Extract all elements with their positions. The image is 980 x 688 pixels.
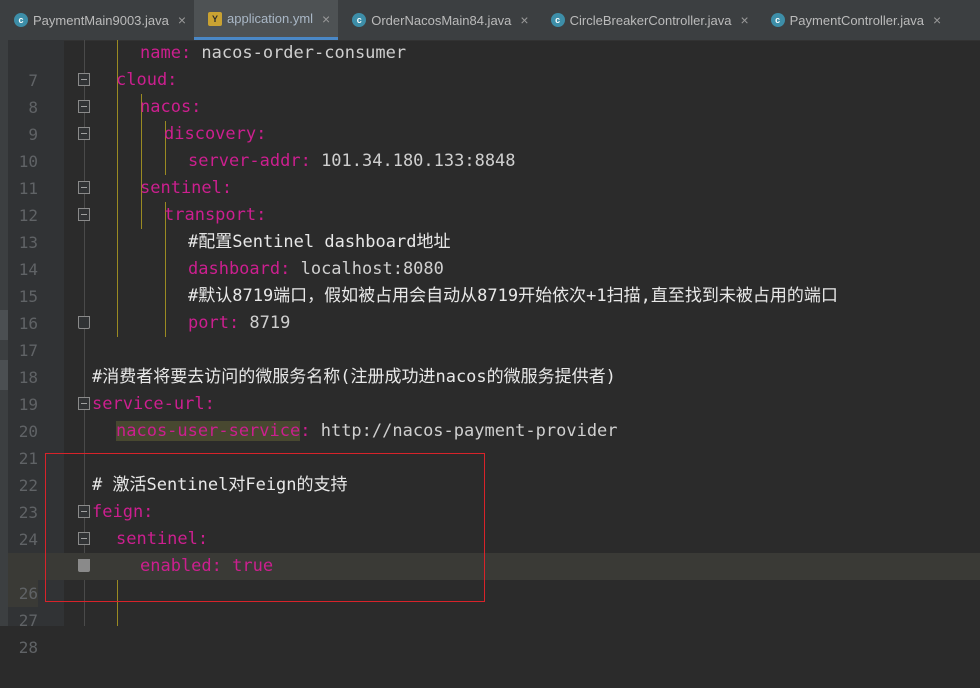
code-editor[interactable]: 7 name: nacos-order-consumer 8 cloud: 9 … xyxy=(8,40,980,657)
yaml-value: http://nacos-payment-provider xyxy=(310,421,618,441)
yaml-key: server-addr: xyxy=(188,151,311,171)
close-icon[interactable]: × xyxy=(520,12,528,28)
yaml-value: 101.34.180.133:8848 xyxy=(310,151,516,171)
yaml-comment: #消费者将要去访问的微服务名称(注册成功进nacos的微服务提供者) xyxy=(92,367,616,387)
yaml-comment: #默认8719端口，假如被占用会自动从8719开始依次+1扫描,直至找到未被占用… xyxy=(188,286,838,306)
yaml-value: localhost:8080 xyxy=(290,259,444,279)
code-line-current: 26 enabled: true xyxy=(8,553,980,607)
code-line: 21 nacos-user-service: http://nacos-paym… xyxy=(8,418,980,468)
fold-toggle-icon[interactable] xyxy=(78,100,90,113)
java-class-icon: c xyxy=(352,13,367,27)
java-class-icon: c xyxy=(14,13,28,27)
yaml-key: dashboard: xyxy=(188,259,291,279)
yaml-key: sentinel: xyxy=(140,178,233,198)
tab-label: CircleBreakerController.java xyxy=(569,12,732,28)
code-line: 9 nacos: xyxy=(8,94,980,144)
fold-toggle-icon[interactable] xyxy=(78,397,90,410)
yaml-key: port: xyxy=(188,313,240,333)
code-line: 15 dashboard: localhost:8080 xyxy=(8,256,980,306)
tab-label: application.yml xyxy=(227,11,314,26)
code-line: 7 name: nacos-order-consumer xyxy=(8,40,980,90)
tab-circle-breaker-controller[interactable]: c CircleBreakerController.java × xyxy=(537,0,757,40)
code-line: 23 # 激活Sentinel对Feign的支持 xyxy=(8,472,980,522)
yaml-key: enabled: true xyxy=(140,556,274,576)
yaml-colon: : xyxy=(300,421,311,441)
fold-toggle-icon[interactable] xyxy=(78,208,90,221)
code-line: 13 transport: xyxy=(8,202,980,252)
code-line: 28 xyxy=(8,607,980,657)
fold-toggle-icon[interactable] xyxy=(78,73,90,86)
yaml-value: 8719 xyxy=(239,313,291,333)
yaml-key: service-url: xyxy=(92,394,215,414)
fold-toggle-icon[interactable] xyxy=(78,181,90,194)
tab-order-nacos-main-84[interactable]: c OrderNacosMain84.java × xyxy=(338,0,536,40)
code-line: 10 discovery: xyxy=(8,121,980,171)
tab-label: OrderNacosMain84.java xyxy=(371,12,512,28)
strip-marker xyxy=(0,310,8,340)
close-icon[interactable]: × xyxy=(740,12,748,28)
tab-label: PaymentController.java xyxy=(789,12,925,28)
code-line: 12 sentinel: xyxy=(8,175,980,225)
yml-file-icon: Y xyxy=(208,11,223,26)
strip-marker xyxy=(0,360,8,390)
yaml-key-highlighted: nacos-user-service xyxy=(116,421,301,441)
editor-tab-bar: c PaymentMain9003.java × Y application.y… xyxy=(0,0,980,41)
fold-toggle-icon[interactable] xyxy=(78,505,90,518)
line-number: 28 xyxy=(18,638,38,657)
yaml-key: feign: xyxy=(92,502,154,522)
fold-toggle-icon[interactable] xyxy=(78,532,90,545)
yaml-comment: #配置Sentinel dashboard地址 xyxy=(188,232,451,252)
code-line: 27 xyxy=(8,580,980,630)
code-line: 8 cloud: xyxy=(8,67,980,117)
tab-payment-main-9003[interactable]: c PaymentMain9003.java × xyxy=(0,0,194,40)
code-line: 20 service-url: xyxy=(8,391,980,441)
close-icon[interactable]: × xyxy=(322,11,330,27)
tab-label: PaymentMain9003.java xyxy=(33,12,169,28)
yaml-key: transport: xyxy=(164,205,267,225)
java-class-icon: c xyxy=(550,13,565,27)
yaml-value: nacos-order-consumer xyxy=(191,43,407,63)
code-line: 14 #配置Sentinel dashboard地址 xyxy=(8,229,980,279)
yaml-key: discovery: xyxy=(164,124,267,144)
code-line: 19 #消费者将要去访问的微服务名称(注册成功进nacos的微服务提供者) xyxy=(8,364,980,414)
yaml-key: nacos: xyxy=(140,97,202,117)
fold-toggle-icon[interactable] xyxy=(78,127,90,140)
yaml-comment: # 激活Sentinel对Feign的支持 xyxy=(92,475,348,495)
code-line: 16 #默认8719端口，假如被占用会自动从8719开始依次+1扫描,直至找到未… xyxy=(8,283,980,333)
tool-window-strip xyxy=(0,40,8,626)
code-line: 24 feign: xyxy=(8,499,980,549)
java-class-icon: c xyxy=(770,13,785,27)
fold-end-icon[interactable] xyxy=(78,316,90,329)
code-line: 18 xyxy=(8,337,980,387)
yaml-key: cloud: xyxy=(116,70,178,90)
yaml-key: name: xyxy=(140,43,192,63)
code-line: 22 xyxy=(8,445,980,495)
close-icon[interactable]: × xyxy=(178,12,186,28)
code-line: 17 port: 8719 xyxy=(8,310,980,360)
code-line: 11 server-addr: 101.34.180.133:8848 xyxy=(8,148,980,198)
code-line: 25 sentinel: xyxy=(8,526,980,576)
fold-end-icon[interactable] xyxy=(78,559,90,572)
tab-payment-controller[interactable]: c PaymentController.java × xyxy=(757,0,950,40)
close-icon[interactable]: × xyxy=(933,12,941,28)
tab-application-yml[interactable]: Y application.yml × xyxy=(194,0,339,40)
yaml-key: sentinel: xyxy=(116,529,209,549)
